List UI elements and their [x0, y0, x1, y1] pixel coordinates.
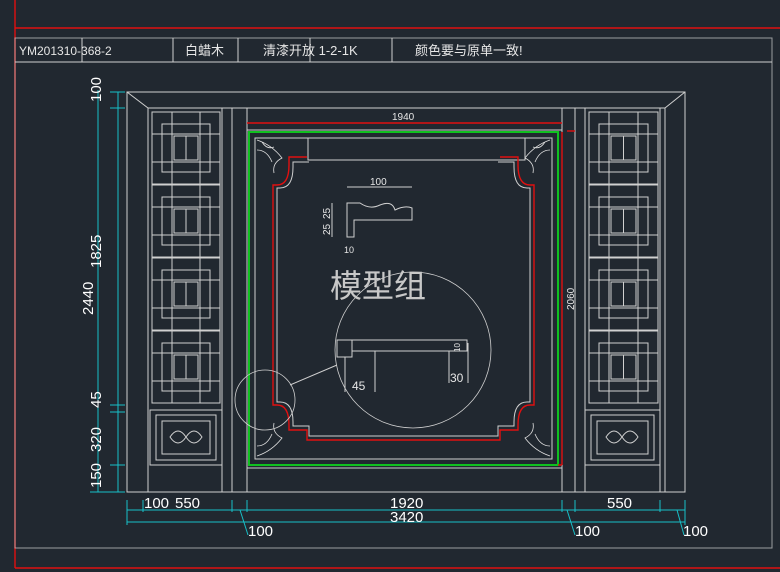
carved-box-right [584, 409, 661, 466]
dim-leader-100-2: 100 [575, 523, 600, 540]
lattice-block [588, 330, 659, 404]
profile-height-dim-2: 25 [322, 223, 333, 235]
molding-profile-detail: 100 25 25 10 [322, 177, 413, 255]
dim-320: 320 [88, 427, 105, 452]
carved-ornament-icon [169, 430, 203, 444]
dim-100: 100 [88, 77, 105, 102]
detail-dim-45: 45 [352, 379, 366, 393]
cad-drawing-canvas[interactable]: YM201310-368-2 白蜡木 清漆开放 1-2-1K 颜色要与原单一致! [0, 0, 780, 572]
color-note: 颜色要与原单一致! [415, 43, 523, 58]
profile-width-dim: 100 [370, 177, 387, 188]
lattice-block [588, 111, 659, 185]
lattice-block [151, 184, 221, 258]
top-width-dim: 1940 [392, 112, 415, 123]
profile-height-dim-1: 25 [322, 207, 333, 219]
detail-dim-30: 30 [450, 371, 464, 385]
dim-150: 150 [88, 463, 105, 488]
profile-thickness-dim: 10 [344, 245, 354, 255]
finish-label: 清漆开放 1-2-1K [263, 43, 358, 58]
bottom-dimension-chain: 100 550 1920 550 3420 100 100 100 [126, 495, 708, 540]
watermark-text: 模型组 [330, 267, 426, 305]
dim-bottom-550-left: 550 [175, 495, 200, 512]
carved-box-left [149, 409, 223, 466]
dim-bottom-550-right: 550 [607, 495, 632, 512]
dim-1825: 1825 [88, 235, 105, 268]
lattice-block [588, 257, 659, 331]
lattice-block [151, 111, 221, 185]
lattice-block [151, 257, 221, 331]
right-height-dim: 2060 [566, 287, 577, 310]
material-label: 白蜡木 [185, 43, 224, 58]
dim-bottom-100: 100 [144, 495, 169, 512]
carved-ornament-icon [605, 430, 639, 444]
lattice-panel-right [588, 111, 659, 404]
detail-dim-10: 10 [453, 343, 462, 352]
lattice-block [151, 330, 221, 404]
dim-45: 45 [88, 391, 105, 408]
detail-circle-small [234, 369, 296, 431]
dim-leader-100-1: 100 [248, 523, 273, 540]
lattice-panel-left [151, 111, 221, 404]
title-block: YM201310-368-2 白蜡木 清漆开放 1-2-1K 颜色要与原单一致! [15, 38, 772, 63]
left-dimension-chain: 100 1825 2440 45 320 150 [80, 77, 125, 493]
dim-bottom-3420: 3420 [390, 509, 423, 526]
dim-leader-100-3: 100 [683, 523, 708, 540]
drawing-code: YM201310-368-2 [19, 44, 112, 58]
dim-2440: 2440 [80, 282, 97, 315]
lattice-block [588, 184, 659, 258]
